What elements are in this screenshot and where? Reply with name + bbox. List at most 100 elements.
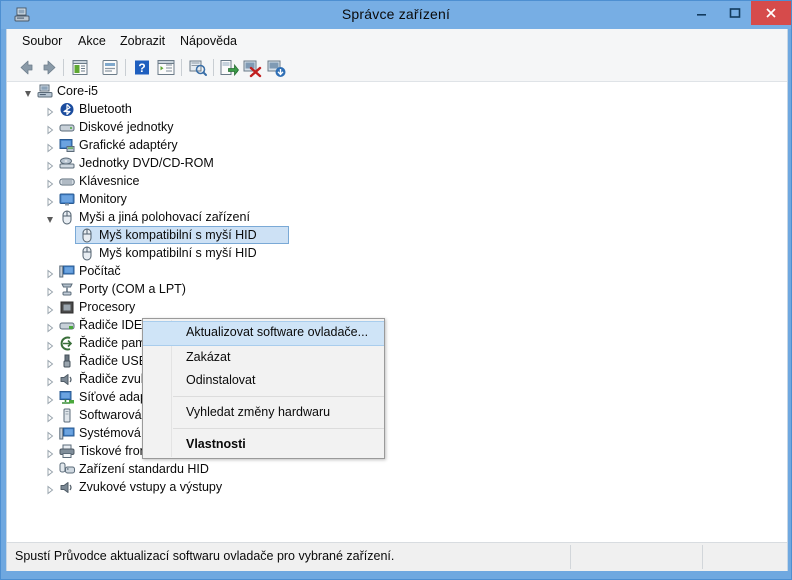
window-title: Správce zařízení <box>341 6 451 22</box>
tree-row-keyboards[interactable]: Klávesnice <box>7 172 787 190</box>
close-icon <box>751 1 791 25</box>
system-device-icon <box>59 426 75 441</box>
expand-triangle-icon[interactable] <box>45 158 55 171</box>
expand-triangle-icon[interactable] <box>45 338 55 351</box>
minimize-icon <box>685 1 718 25</box>
tree-row-storage-controllers[interactable]: Řadiče paměťových zařízení <box>7 334 787 352</box>
show-hide-tree-icon[interactable] <box>69 57 91 78</box>
tree-label: Procesory <box>79 300 136 314</box>
tree-row-ide-controllers[interactable]: Řadiče IDE ATA/ATAPI <box>7 316 787 334</box>
close-button[interactable] <box>751 1 791 25</box>
update-driver-icon[interactable] <box>217 57 240 78</box>
expand-triangle-icon[interactable] <box>45 140 55 153</box>
menu-item-scan-hardware-changes[interactable]: Vyhledat změny hardwaru <box>143 401 384 424</box>
expand-triangle-icon[interactable] <box>45 392 55 405</box>
tree-label: Počítač <box>79 264 121 278</box>
maximize-button[interactable] <box>718 1 751 25</box>
svg-text:?: ? <box>138 61 145 75</box>
tree-row-computer[interactable]: Počítač <box>7 262 787 280</box>
tree-row-hid-mouse-2[interactable]: Myš kompatibilní s myší HID <box>7 244 787 262</box>
tree-label-root: Core-i5 <box>57 84 98 98</box>
tree-row-mice[interactable]: Myši a jiná polohovací zařízení <box>7 208 787 226</box>
minimize-button[interactable] <box>685 1 718 25</box>
tree-row-hid-devices[interactable]: Zařízení standardu HID <box>7 460 787 478</box>
context-menu-separator <box>173 396 384 397</box>
tree-row-sound-controllers[interactable]: Řadiče zvuku, videa a her <box>7 370 787 388</box>
context-menu[interactable]: Aktualizovat software ovladače... Zakáza… <box>142 318 385 459</box>
toolbar-separator <box>63 59 64 76</box>
menu-soubor[interactable]: Soubor <box>15 32 69 50</box>
tree-row-root[interactable]: Core-i5 <box>7 82 787 100</box>
expand-triangle-icon[interactable] <box>45 284 55 297</box>
expand-triangle-icon[interactable] <box>45 266 55 279</box>
tree-row-print-queues[interactable]: Tiskové fronty <box>7 442 787 460</box>
uninstall-device-icon[interactable] <box>241 57 263 78</box>
tree-row-hid-mouse-selected[interactable]: Myš kompatibilní s myší HID <box>7 226 787 244</box>
device-tree[interactable]: Core-i5 Bluetooth Diskové jednotky Grafi… <box>7 82 787 542</box>
tree-row-dvd-drives[interactable]: Jednotky DVD/CD-ROM <box>7 154 787 172</box>
tree-label: Myš kompatibilní s myší HID <box>99 246 257 260</box>
toolbar: ? <box>7 53 787 82</box>
audio-io-icon <box>59 480 75 495</box>
tree-row-monitors[interactable]: Monitory <box>7 190 787 208</box>
tree-label: Myši a jiná polohovací zařízení <box>79 210 250 224</box>
menu-zobrazit[interactable]: Zobrazit <box>113 32 172 50</box>
title-bar[interactable]: Správce zařízení <box>1 1 791 29</box>
tree-row-usb-controllers[interactable]: Řadiče USB (Universal Serial Bus) <box>7 352 787 370</box>
keyboard-icon <box>59 174 75 189</box>
menu-akce[interactable]: Akce <box>71 32 113 50</box>
tree-label: Diskové jednotky <box>79 120 174 134</box>
menu-item-disable[interactable]: Zakázat <box>143 346 384 369</box>
disk-drive-icon <box>59 120 75 135</box>
context-menu-separator <box>173 428 384 429</box>
dvd-drive-icon <box>59 156 75 171</box>
menu-item-update-driver[interactable]: Aktualizovat software ovladače... <box>143 321 384 346</box>
expand-triangle-icon[interactable] <box>45 194 55 207</box>
sound-icon <box>59 372 75 387</box>
menu-napoveda[interactable]: Nápověda <box>173 32 244 50</box>
status-text: Spustí Průvodce aktualizací softwaru ovl… <box>15 549 395 563</box>
maximize-icon <box>718 1 751 25</box>
tree-row-network-adapters[interactable]: Síťové adaptéry <box>7 388 787 406</box>
tree-row-processors[interactable]: Procesory <box>7 298 787 316</box>
tree-label: Monitory <box>79 192 127 206</box>
expand-triangle-icon[interactable] <box>45 482 55 495</box>
scan-hardware-icon[interactable] <box>187 57 209 78</box>
status-divider <box>570 545 571 569</box>
menu-item-uninstall[interactable]: Odinstalovat <box>143 369 384 392</box>
tree-row-display-adapters[interactable]: Grafické adaptéry <box>7 136 787 154</box>
forward-icon[interactable] <box>39 57 61 78</box>
expand-triangle-icon[interactable] <box>45 410 55 423</box>
expand-triangle-icon[interactable] <box>45 374 55 387</box>
expand-triangle-icon[interactable] <box>45 464 55 477</box>
expand-triangle-icon[interactable] <box>45 356 55 369</box>
computer-icon <box>59 264 75 279</box>
collapse-triangle-icon[interactable] <box>23 86 33 97</box>
expand-triangle-icon[interactable] <box>45 122 55 135</box>
toolbar-separator <box>213 59 214 76</box>
tree-row-bluetooth[interactable]: Bluetooth <box>7 100 787 118</box>
details-pane-icon[interactable] <box>155 57 177 78</box>
ports-icon <box>59 282 75 297</box>
tree-row-audio-inputs-outputs[interactable]: Zvukové vstupy a výstupy <box>7 478 787 496</box>
expand-triangle-icon[interactable] <box>45 176 55 189</box>
collapse-triangle-icon[interactable] <box>45 212 55 223</box>
expand-triangle-icon[interactable] <box>45 446 55 459</box>
toolbar-separator <box>181 59 182 76</box>
properties-icon[interactable] <box>99 57 121 78</box>
disable-device-icon[interactable] <box>265 57 287 78</box>
tree-row-system-devices[interactable]: Systémová zařízení <box>7 424 787 442</box>
back-icon[interactable] <box>15 57 37 78</box>
expand-triangle-icon[interactable] <box>45 320 55 333</box>
expand-triangle-icon[interactable] <box>45 104 55 117</box>
menu-item-properties[interactable]: Vlastnosti <box>143 433 384 456</box>
tree-row-disk-drives[interactable]: Diskové jednotky <box>7 118 787 136</box>
processor-icon <box>59 300 75 315</box>
tree-row-ports[interactable]: Porty (COM a LPT) <box>7 280 787 298</box>
display-adapter-icon <box>59 138 75 153</box>
expand-triangle-icon[interactable] <box>45 428 55 441</box>
expand-triangle-icon[interactable] <box>45 302 55 315</box>
help-icon[interactable]: ? <box>131 57 153 78</box>
device-manager-window: Správce zařízení Soubor Akce Zobrazit Ná… <box>0 0 792 580</box>
tree-row-software-devices[interactable]: Softwarová zařízení <box>7 406 787 424</box>
